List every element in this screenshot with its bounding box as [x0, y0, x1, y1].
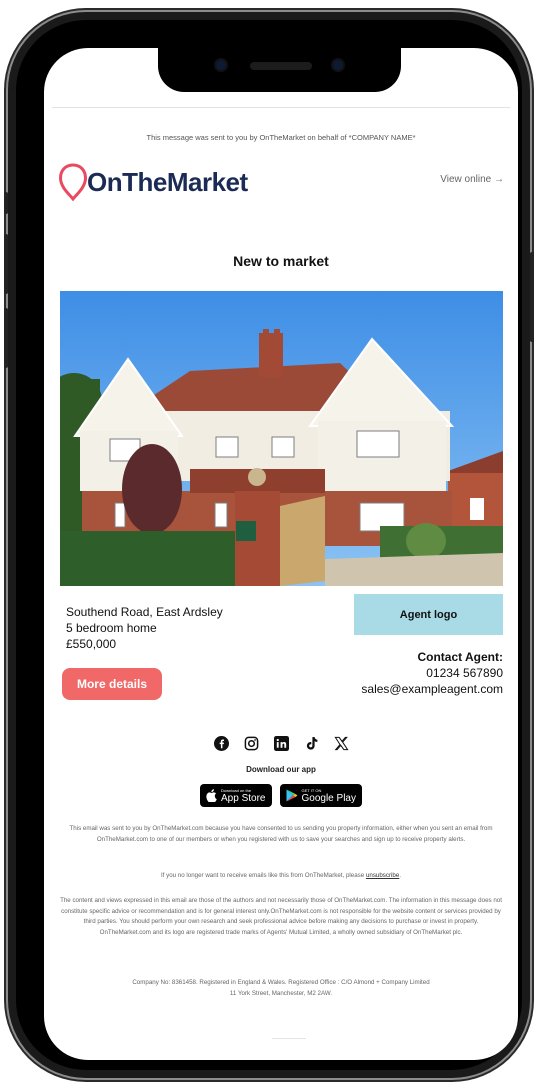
unsubscribe-link[interactable]: unsubscribe	[366, 872, 399, 879]
volume-down-button	[4, 308, 8, 368]
property-address: Southend Road, East Ardsley	[66, 605, 223, 619]
sent-by-line: This message was sent to you by OnTheMar…	[146, 133, 416, 142]
property-photo[interactable]	[60, 291, 503, 586]
divider	[52, 107, 510, 108]
social-links	[44, 734, 518, 752]
contact-agent: Contact Agent: 01234 567890 sales@exampl…	[361, 649, 503, 697]
phone-notch	[158, 48, 401, 92]
consent-text: This email was sent to you by OnTheMarke…	[69, 825, 493, 843]
property-details: Southend Road, East Ardsley 5 bedroom ho…	[66, 604, 223, 652]
app-store-badges: Download on the App Store GET IT ON Goog…	[44, 784, 518, 807]
facebook-icon[interactable]	[212, 734, 230, 752]
agent-logo: Agent logo	[354, 594, 503, 635]
mute-switch	[4, 192, 8, 214]
company-line-2: 11 York Street, Manchester, M2 2AW.	[229, 989, 333, 997]
disclaimer-text: The content and views expressed in this …	[60, 897, 502, 936]
property-price: £550,000	[66, 637, 117, 651]
contact-phone[interactable]: 01234 567890	[361, 665, 503, 681]
contact-title: Contact Agent:	[417, 650, 503, 664]
app-store-big: App Store	[221, 792, 266, 804]
camera-icon	[216, 60, 226, 70]
onthemarket-logo[interactable]: OnTheMarket	[58, 162, 248, 202]
logo-wordmark: OnTheMarket	[87, 166, 248, 197]
phone-frame: This message was sent to you by OnTheMar…	[4, 12, 534, 1078]
email-screen: This message was sent to you by OnTheMar…	[44, 48, 518, 1060]
speaker-grille	[250, 62, 312, 70]
instagram-icon[interactable]	[242, 734, 260, 752]
property-type: 5 bedroom home	[66, 621, 157, 635]
linkedin-icon[interactable]	[272, 734, 290, 752]
unsubscribe-suffix: .	[399, 872, 402, 879]
power-button	[530, 252, 534, 342]
app-store-badge[interactable]: Download on the App Store	[200, 784, 272, 807]
headline: New to market	[233, 253, 329, 269]
unsubscribe-prefix: If you no longer want to receive emails …	[160, 872, 365, 879]
company-line-1: Company No: 8361458. Registered in Engla…	[132, 979, 430, 986]
contact-email[interactable]: sales@exampleagent.com	[361, 681, 503, 697]
company-info: Company No: 8361458. Registered in Engla…	[58, 978, 504, 999]
divider	[272, 1038, 306, 1039]
google-play-big: Google Play	[301, 792, 356, 804]
sensor-icon	[333, 60, 343, 70]
unsubscribe-line: If you no longer want to receive emails …	[58, 871, 504, 882]
tiktok-icon[interactable]	[302, 734, 320, 752]
google-play-icon	[286, 789, 297, 802]
map-pin-logo-icon	[58, 163, 88, 202]
apple-icon	[206, 789, 217, 802]
x-icon[interactable]	[332, 734, 350, 752]
google-play-badge[interactable]: GET IT ON Google Play	[279, 784, 362, 807]
view-online-link[interactable]: View online →	[440, 174, 504, 185]
volume-up-button	[4, 234, 8, 294]
more-details-button[interactable]: More details	[62, 668, 162, 700]
download-app-label: Download our app	[246, 765, 316, 774]
